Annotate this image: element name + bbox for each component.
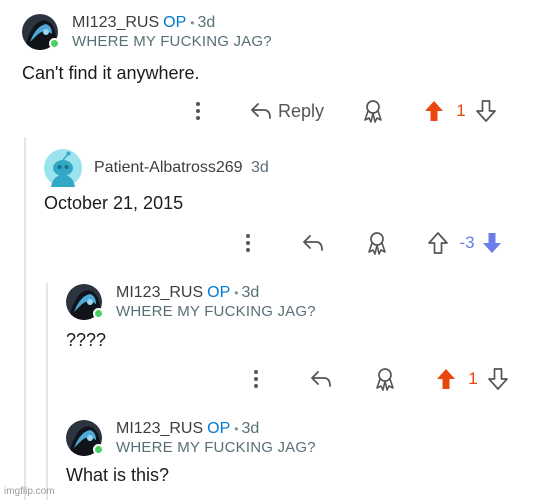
username[interactable]: MI123_RUS (116, 420, 203, 437)
more-icon[interactable] (240, 234, 256, 252)
username[interactable]: Patient-Albatross269 (94, 159, 243, 176)
comment-actions: 1 (248, 364, 508, 394)
comment-header: Patient-Albatross269 3d (44, 149, 269, 187)
comment-header: MI123_RUS OP • 3d WHERE MY FUCKING JAG? (22, 14, 272, 51)
upvote-icon (425, 101, 444, 121)
user-flair: WHERE MY FUCKING JAG? (116, 303, 316, 320)
reply-arrow-icon (311, 371, 331, 387)
reply-button[interactable] (302, 234, 324, 252)
op-badge: OP (207, 284, 231, 301)
timestamp: 3d (241, 420, 260, 437)
comment-header: MI123_RUS OP • 3d WHERE MY FUCKING JAG? (66, 420, 316, 457)
timestamp: 3d (250, 159, 269, 176)
comment-actions: -3 (240, 228, 502, 258)
watermark: imgflip.com (4, 486, 55, 497)
username[interactable]: MI123_RUS (72, 14, 159, 31)
reply-button[interactable]: Reply (250, 101, 324, 122)
avatar[interactable] (66, 284, 104, 320)
more-icon[interactable] (248, 370, 264, 388)
user-flair: WHERE MY FUCKING JAG? (116, 439, 316, 456)
vote-score: 1 (468, 369, 478, 388)
comment-body: What is this? (66, 465, 170, 485)
downvote-button[interactable] (488, 368, 508, 390)
award-icon (376, 368, 394, 391)
downvote-icon (483, 233, 501, 253)
upvote-icon (437, 369, 455, 389)
online-status-dot (49, 38, 60, 49)
separator: • (234, 422, 239, 436)
username[interactable]: MI123_RUS (116, 284, 203, 301)
reply-arrow-icon (251, 103, 271, 119)
comment-body: October 21, 2015 (44, 193, 184, 213)
timestamp: 3d (241, 284, 260, 301)
award-icon (368, 232, 386, 255)
op-badge: OP (163, 14, 187, 31)
downvote-icon (488, 368, 508, 390)
separator: • (234, 286, 239, 300)
comment-header: MI123_RUS OP • 3d WHERE MY FUCKING JAG? (66, 284, 316, 321)
timestamp: 3d (197, 14, 216, 31)
online-status-dot (93, 308, 104, 319)
comment-body: Can't find it anywhere. (22, 63, 200, 83)
user-flair: WHERE MY FUCKING JAG? (72, 33, 272, 50)
award-button[interactable] (362, 99, 384, 123)
award-button[interactable] (374, 367, 396, 391)
thread-line-level-2[interactable] (46, 283, 48, 500)
avatar[interactable] (44, 149, 82, 187)
comment-actions: Reply 1 (190, 96, 496, 126)
award-icon (364, 100, 382, 123)
reply-label: Reply (278, 100, 325, 121)
upvote-icon (428, 232, 448, 254)
vote-score: -3 (459, 233, 475, 252)
downvote-button[interactable] (476, 100, 496, 122)
separator: • (190, 16, 195, 30)
downvote-button[interactable] (482, 232, 502, 254)
thread-line-level-1[interactable] (24, 137, 26, 500)
reply-arrow-icon (303, 235, 323, 251)
snoo-avatar-icon (44, 149, 82, 187)
upvote-button[interactable] (428, 232, 448, 254)
vote-score: 1 (456, 101, 466, 120)
award-button[interactable] (366, 231, 388, 255)
avatar[interactable] (22, 14, 60, 50)
reply-button[interactable] (310, 370, 332, 388)
online-status-dot (93, 444, 104, 455)
downvote-icon (476, 100, 496, 122)
comment-body: ???? (66, 330, 107, 350)
op-badge: OP (207, 420, 231, 437)
more-icon[interactable] (190, 102, 206, 120)
upvote-button[interactable] (436, 368, 456, 390)
upvote-button[interactable] (424, 100, 444, 122)
avatar[interactable] (66, 420, 104, 456)
